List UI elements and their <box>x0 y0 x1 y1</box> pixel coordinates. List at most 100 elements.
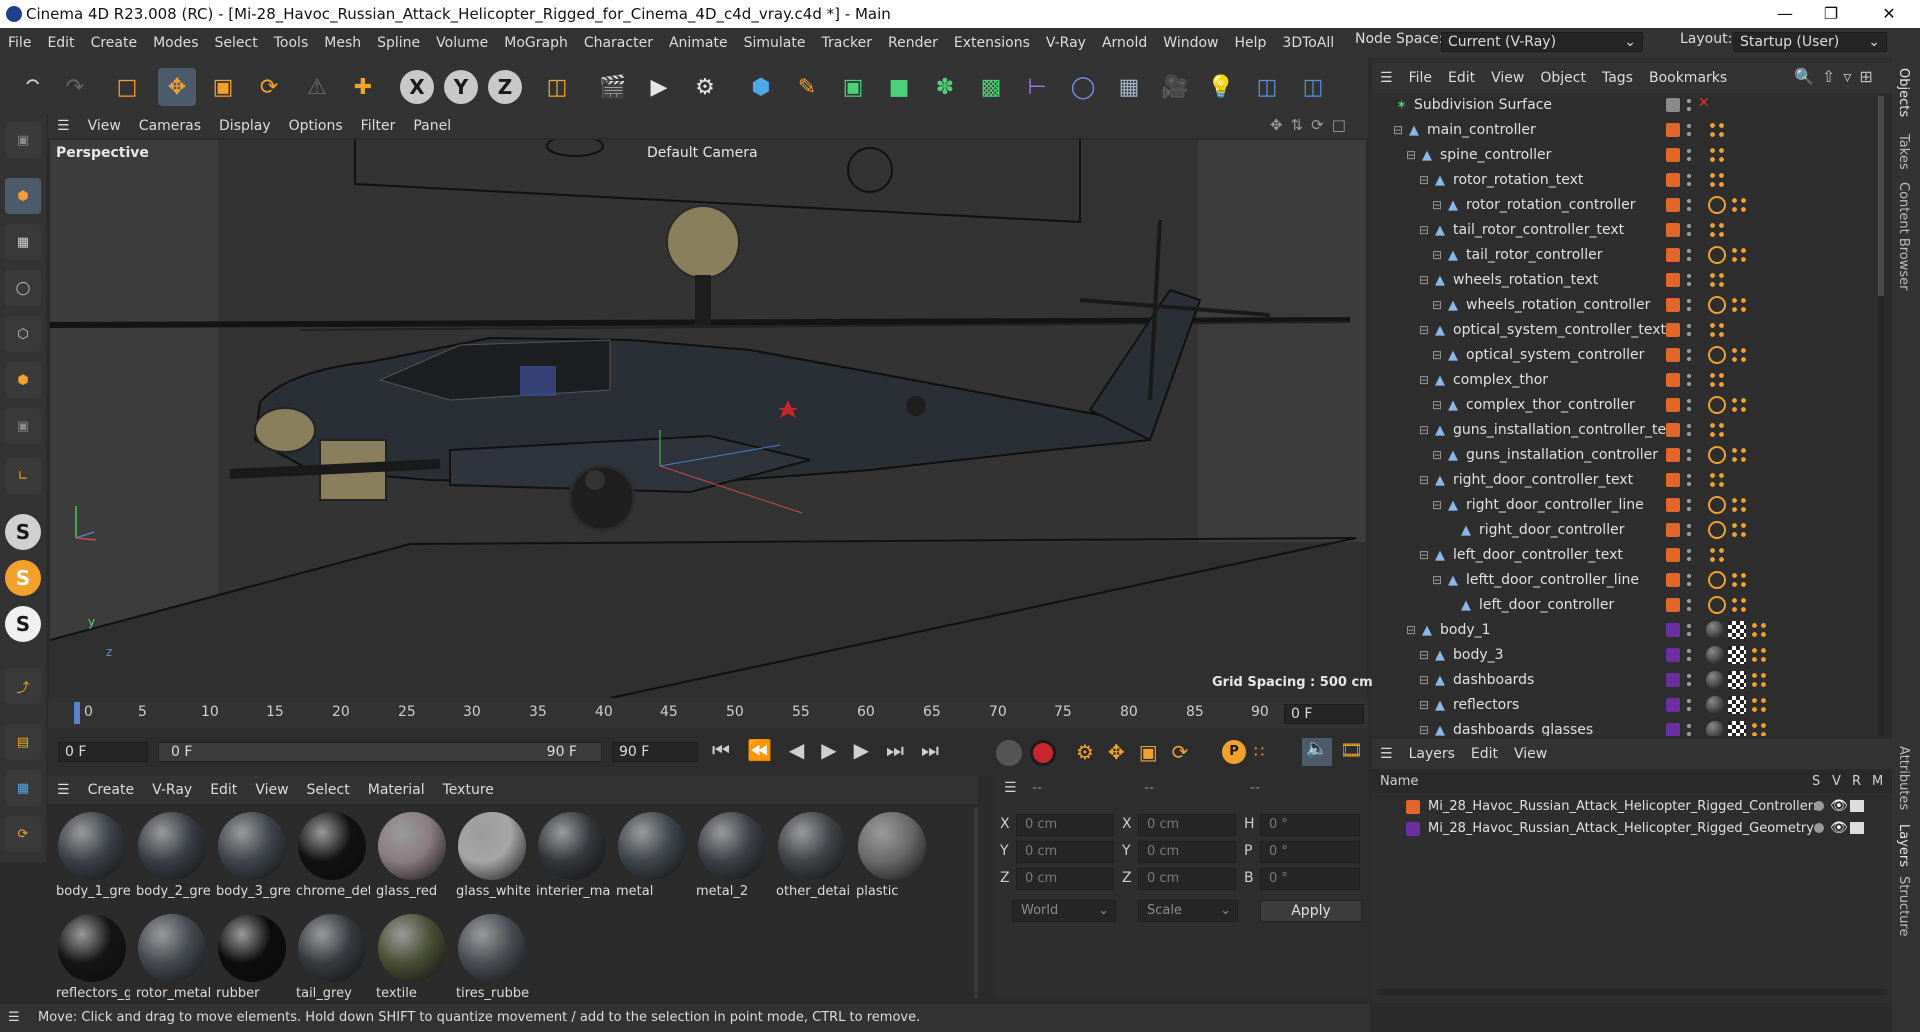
collapse-icon[interactable]: ⊟ <box>1419 423 1433 437</box>
object-manager-tools[interactable]: 🔍⇧▿⊞ <box>1794 67 1881 86</box>
xpresso-tag-icon[interactable] <box>1708 171 1726 189</box>
object-row[interactable]: ⊟ ▲ guns_installation_controller <box>1372 443 1880 468</box>
material-menu-edit[interactable]: Edit <box>201 782 246 798</box>
xpresso-tag-icon[interactable] <box>1708 421 1726 439</box>
visibility-dots-icon[interactable] <box>1686 472 1692 488</box>
object-row[interactable]: ⊟ ▲ right_door_controller_text <box>1372 468 1880 493</box>
collapse-icon[interactable]: ⊟ <box>1419 698 1433 712</box>
object-row[interactable]: ✶ Subdivision Surface ✕ <box>1372 93 1880 118</box>
hamburger-icon[interactable]: ☰ <box>48 118 79 134</box>
selection-tag-icon[interactable] <box>1750 671 1768 689</box>
visibility-dots-icon[interactable] <box>1686 397 1692 413</box>
material-tag-icon[interactable] <box>1706 721 1724 736</box>
viewport-nav-icons[interactable]: ✥⇅⟳□ <box>1270 116 1354 134</box>
collapse-icon[interactable]: ⊟ <box>1419 223 1433 237</box>
mograph-icon[interactable]: ▩ <box>972 68 1010 106</box>
visibility-dots-icon[interactable] <box>1686 572 1692 588</box>
render-settings-icon[interactable]: ⚙ <box>686 68 724 106</box>
model-mode-icon[interactable]: ⬢ <box>5 178 41 214</box>
viewport-menu-panel[interactable]: Panel <box>404 118 460 134</box>
floor-icon[interactable]: ▦ <box>1110 68 1148 106</box>
minimize-icon[interactable]: — <box>1762 0 1808 28</box>
protection-tag-icon[interactable] <box>1708 296 1726 314</box>
layer-color-swatch[interactable] <box>1666 148 1680 162</box>
timeline-ruler[interactable] <box>48 698 1368 728</box>
visibility-dots-icon[interactable] <box>1686 147 1692 163</box>
layer-color-swatch[interactable] <box>1666 673 1680 687</box>
layer-color-swatch[interactable] <box>1666 573 1680 587</box>
menu-help[interactable]: Help <box>1226 35 1274 51</box>
object-row[interactable]: ⊟ ▲ body_1 <box>1372 618 1880 643</box>
make-editable-icon[interactable]: ▣ <box>5 122 41 158</box>
layer-color-swatch[interactable] <box>1666 298 1680 312</box>
cloner-icon[interactable]: ✽ <box>926 68 964 106</box>
redo-icon[interactable]: ↷ <box>56 68 94 106</box>
layer-color-swatch[interactable] <box>1666 623 1680 637</box>
xpresso-tag-icon[interactable] <box>1708 271 1726 289</box>
python-icon[interactable]: ◫ <box>1248 68 1286 106</box>
layer-solo-icon[interactable] <box>1814 823 1824 833</box>
material-menu-select[interactable]: Select <box>298 782 359 798</box>
python-generator-icon[interactable]: ◫ <box>1294 68 1332 106</box>
tab-layers[interactable]: Layers <box>1896 824 1911 867</box>
collapse-icon[interactable]: ⊟ <box>1432 398 1446 412</box>
menu-edit[interactable]: Edit <box>39 35 82 51</box>
material-tile[interactable]: glass_red <box>374 810 450 906</box>
render-icon[interactable] <box>1850 822 1864 834</box>
render-view-icon[interactable]: 🎬 <box>594 68 632 106</box>
eye-icon[interactable]: 👁 <box>1830 820 1848 836</box>
visibility-dots-icon[interactable] <box>1686 522 1692 538</box>
menu-volume[interactable]: Volume <box>428 35 496 51</box>
visibility-dots-icon[interactable] <box>1686 547 1692 563</box>
timeline-sound-icon[interactable]: 🔈 <box>1302 738 1332 766</box>
xpresso-tag-icon[interactable] <box>1730 496 1748 514</box>
material-scrollbar[interactable] <box>974 808 978 998</box>
visibility-dots-icon[interactable] <box>1686 647 1692 663</box>
menu-animate[interactable]: Animate <box>661 35 736 51</box>
snap-icon[interactable]: S <box>5 514 41 550</box>
cube-object-icon[interactable]: ⬢ <box>742 68 780 106</box>
object-row[interactable]: ⊟ ▲ left_door_controller_text <box>1372 543 1880 568</box>
current-frame-field[interactable]: 0 F <box>1284 704 1364 724</box>
collapse-icon[interactable]: ⊟ <box>1419 473 1433 487</box>
object-menu-bookmarks[interactable]: Bookmarks <box>1641 70 1735 86</box>
menu-3dtoall[interactable]: 3DToAll <box>1274 35 1342 51</box>
layer-solo-icon[interactable] <box>1814 801 1824 811</box>
disable-icon[interactable]: ✕ <box>1698 95 1710 111</box>
uvw-tag-icon[interactable] <box>1728 646 1746 664</box>
hamburger-icon[interactable]: ☰ <box>1372 70 1401 86</box>
object-menu-view[interactable]: View <box>1483 70 1532 86</box>
protection-tag-icon[interactable] <box>1708 196 1726 214</box>
layer-color-swatch[interactable] <box>1666 248 1680 262</box>
scale-tool-icon[interactable]: ▣ <box>204 68 242 106</box>
pen-spline-icon[interactable]: ✎ <box>788 68 826 106</box>
object-row[interactable]: ⊟ ▲ dashboards_glasses <box>1372 718 1880 736</box>
workplane-icon[interactable]: ▤ <box>5 724 41 760</box>
collapse-icon[interactable]: ⊟ <box>1419 173 1433 187</box>
deformer-icon[interactable]: ⊢ <box>1018 68 1056 106</box>
material-tile[interactable]: tail_grey <box>294 912 370 1008</box>
protection-tag-icon[interactable] <box>1708 496 1726 514</box>
protection-tag-icon[interactable] <box>1708 521 1726 539</box>
collapse-icon[interactable]: ⊟ <box>1432 498 1446 512</box>
object-row[interactable]: ⊟ ▲ complex_thor <box>1372 368 1880 393</box>
material-tile[interactable]: rubber <box>214 912 290 1008</box>
viewport-menu-cameras[interactable]: Cameras <box>130 118 210 134</box>
move-tool-icon[interactable]: ✥ <box>158 68 196 106</box>
protection-tag-icon[interactable] <box>1708 446 1726 464</box>
coordinate-mode-dropdown[interactable]: World ⌄ <box>1012 900 1116 922</box>
rot-h-field[interactable]: 0 ° <box>1260 814 1360 836</box>
eye-icon[interactable]: 👁 <box>1830 798 1848 814</box>
uv-mode-icon[interactable]: ▣ <box>5 408 41 444</box>
collapse-icon[interactable]: ⊟ <box>1432 348 1446 362</box>
menu-mograph[interactable]: MoGraph <box>496 35 576 51</box>
material-tag-icon[interactable] <box>1706 671 1724 689</box>
object-menu-tags[interactable]: Tags <box>1594 70 1641 86</box>
key-mode-icons[interactable]: ⚙✥▣⟳ <box>1076 740 1202 764</box>
3d-viewport[interactable] <box>50 140 1366 698</box>
frame-range-slider[interactable]: 0 F 90 F <box>158 742 602 762</box>
collapse-icon[interactable]: ⊟ <box>1432 248 1446 262</box>
visibility-dots-icon[interactable] <box>1686 347 1692 363</box>
xpresso-tag-icon[interactable] <box>1730 521 1748 539</box>
layer-row[interactable]: Mi_28_Havoc_Russian_Attack_Helicopter_Ri… <box>1372 797 1892 819</box>
